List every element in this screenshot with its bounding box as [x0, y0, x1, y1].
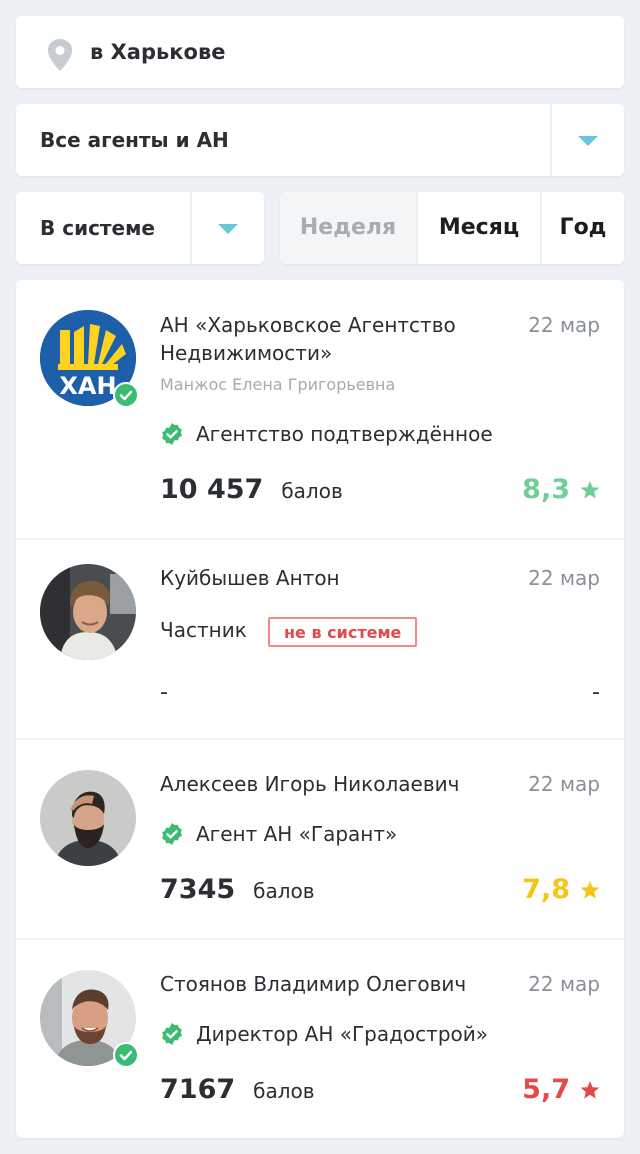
rating-value: 8,3 [522, 474, 570, 505]
status-value: В системе [40, 216, 155, 240]
score-value: - [160, 680, 168, 705]
agent-name[interactable]: Куйбышев Антон [160, 564, 340, 592]
verified-check-icon [113, 382, 139, 408]
chevron-down-icon[interactable] [218, 224, 238, 234]
agent-name[interactable]: Стоянов Владимир Олегович [160, 970, 466, 998]
star-icon [580, 1080, 600, 1098]
tab-month[interactable]: Месяц [416, 192, 540, 264]
score: 7345 балов [160, 874, 315, 905]
score-value: 7167 [160, 1074, 236, 1105]
period-tabs: Неделя Месяц Год [280, 192, 624, 264]
location-text: в Харькове [90, 40, 226, 64]
date-label: 22 мар [528, 566, 600, 590]
verified-check-icon [162, 1023, 182, 1045]
avatar [40, 564, 136, 660]
star-icon [580, 480, 600, 498]
role-line: Частник [160, 618, 247, 642]
role-text: Частник [160, 618, 247, 642]
rating: 5,7 [522, 1074, 600, 1105]
person-photo [40, 770, 136, 866]
verified-check-icon [162, 423, 182, 445]
status-badge: не в системе [268, 617, 418, 647]
tab-week[interactable]: Неделя [280, 192, 416, 264]
list-item[interactable]: Куйбышев Антон 22 мар Частник не в систе… [16, 540, 624, 738]
map-pin-icon [48, 39, 72, 71]
agent-type-select[interactable]: Все агенты и АН [16, 104, 624, 176]
verified-check-icon [113, 1042, 139, 1068]
agents-list: ХАН АН «Харьковское Агентство Недвижимос… [16, 280, 624, 1138]
rating: 8,3 [522, 474, 600, 505]
verified-check-icon [162, 823, 182, 845]
score-value: 10 457 [160, 474, 264, 505]
tab-year[interactable]: Год [540, 192, 624, 264]
contact-person: Манжос Елена Григорьевна [160, 375, 396, 394]
agent-type-value: Все агенты и АН [40, 128, 229, 152]
list-item[interactable]: Алексеев Игорь Николаевич 22 мар Агент А… [16, 740, 624, 938]
role-line: Директор АН «Градострой» [160, 1022, 488, 1046]
list-item[interactable]: ХАН АН «Харьковское Агентство Недвижимос… [16, 280, 624, 538]
avatar [40, 770, 136, 866]
score-unit: балов [281, 479, 343, 503]
agent-name-line2: Недвижимости» [160, 341, 333, 365]
svg-text:ХАН: ХАН [59, 372, 116, 400]
agent-name[interactable]: АН «Харьковское Агентство Недвижимости» [160, 311, 456, 367]
list-item[interactable]: Стоянов Владимир Олегович 22 мар Директо… [16, 940, 624, 1138]
select-divider [550, 104, 552, 176]
rating-value: - [592, 680, 600, 705]
chevron-down-icon[interactable] [578, 136, 598, 146]
date-label: 22 мар [528, 772, 600, 796]
role-text: Директор АН «Градострой» [196, 1022, 488, 1046]
rating-value: 7,8 [522, 874, 570, 905]
score: 7167 балов [160, 1074, 315, 1105]
status-select[interactable]: В системе [16, 192, 264, 264]
role-line: Агентство подтверждённое [160, 422, 493, 446]
role-text: Агент АН «Гарант» [196, 822, 398, 846]
role-text: Агентство подтверждённое [196, 422, 493, 446]
score-value: 7345 [160, 874, 236, 905]
select-divider [190, 192, 192, 264]
star-icon [580, 880, 600, 898]
agent-name[interactable]: Алексеев Игорь Николаевич [160, 770, 459, 798]
role-line: Агент АН «Гарант» [160, 822, 397, 846]
rating-value: 5,7 [522, 1074, 570, 1105]
date-label: 22 мар [528, 972, 600, 996]
location-field[interactable]: в Харькове [16, 16, 624, 88]
rating: 7,8 [522, 874, 600, 905]
person-photo [40, 564, 136, 660]
agent-name-line1: АН «Харьковское Агентство [160, 313, 456, 337]
score-unit: балов [253, 879, 315, 903]
date-label: 22 мар [528, 313, 600, 337]
score-unit: балов [253, 1079, 315, 1103]
score: 10 457 балов [160, 474, 343, 505]
